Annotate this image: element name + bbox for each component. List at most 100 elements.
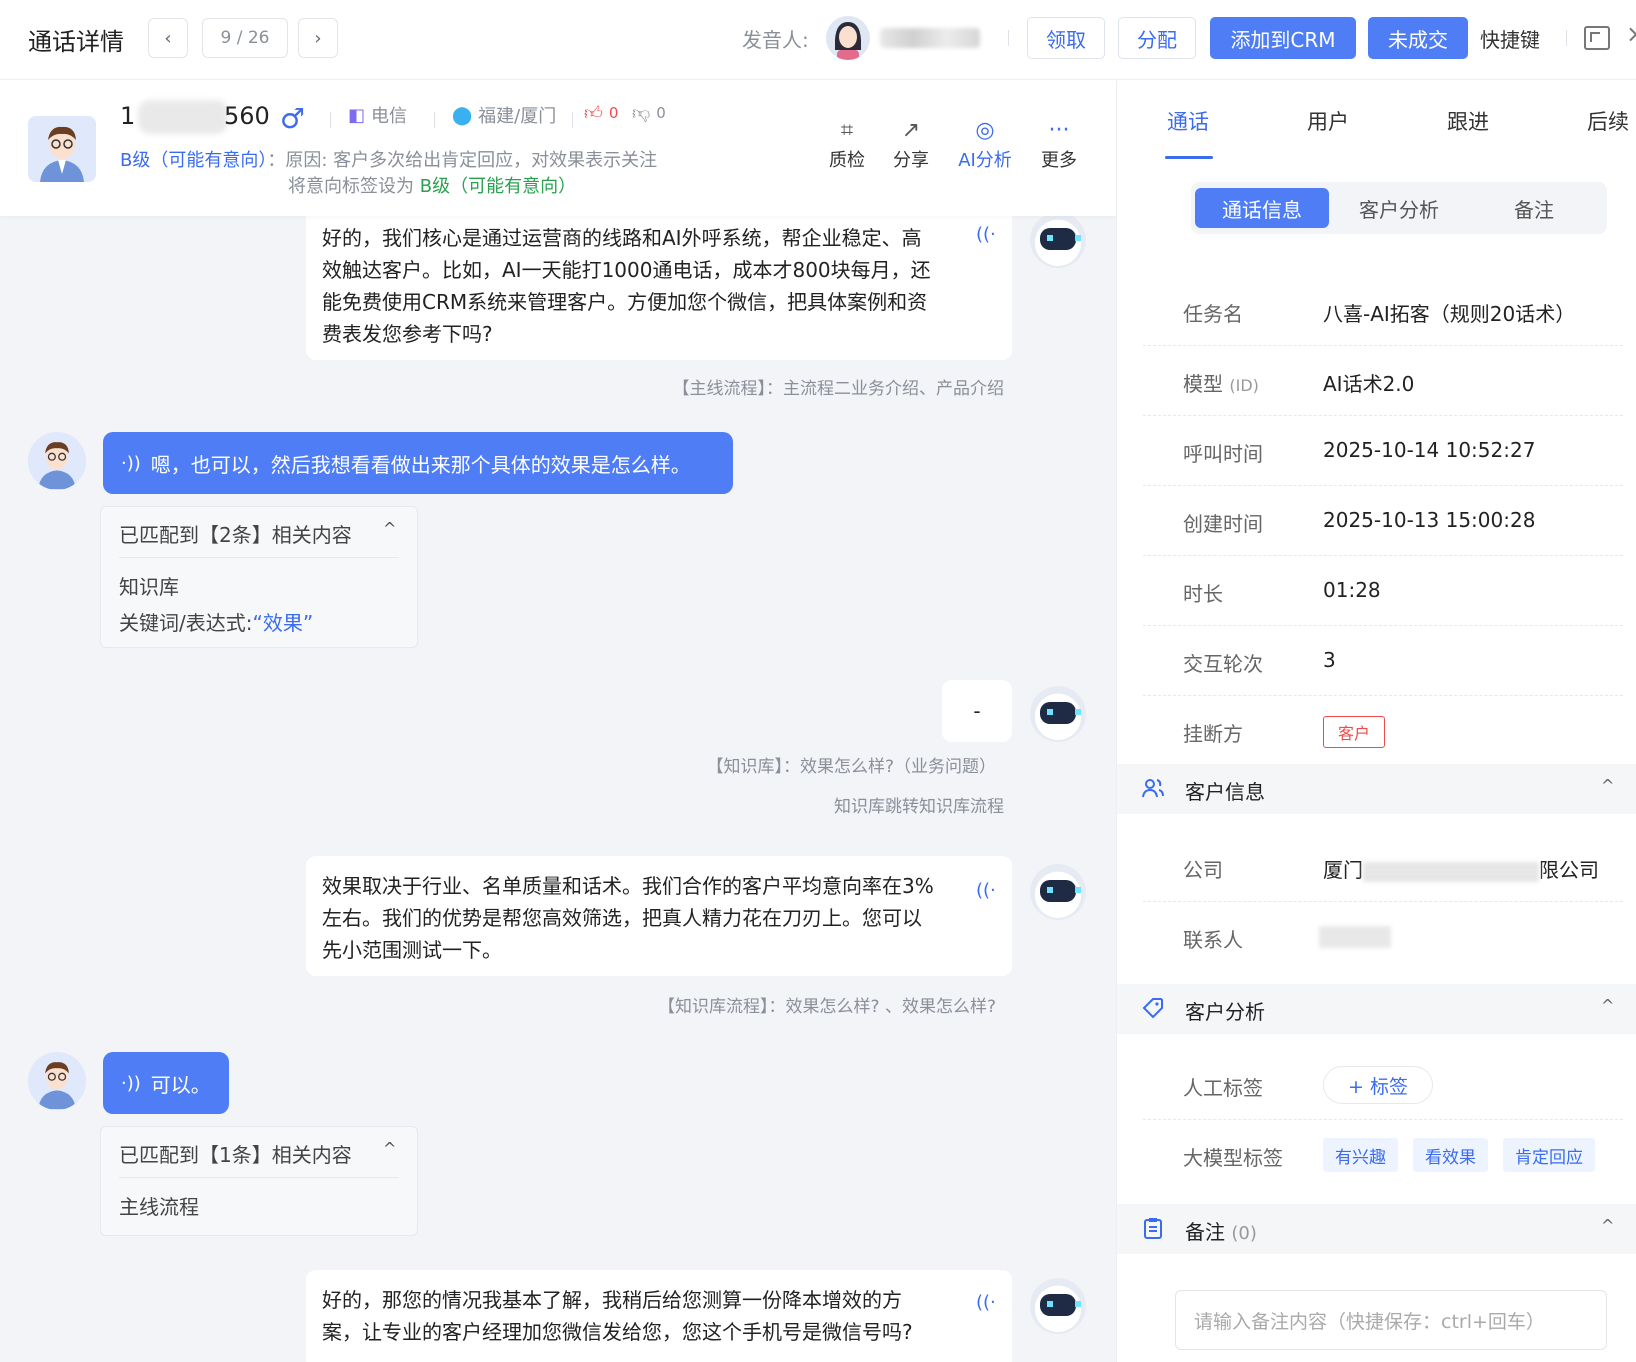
info-row-created: 创建时间 2025-10-13 15:00:28 (1143, 486, 1623, 556)
close-icon[interactable]: × (1626, 20, 1636, 48)
bot-message: 好的，我们核心是通过运营商的线路和AI外呼系统，帮企业稳定、高 效触达客户。比如… (306, 216, 1012, 360)
chevron-right-icon: › (314, 27, 322, 49)
users-icon-svg (1142, 779, 1164, 798)
info-row-rounds: 交互轮次 3 (1143, 626, 1623, 696)
thumbs-up-icon: 👍︎ (584, 103, 603, 124)
divider (119, 557, 399, 558)
info-key: 呼叫时间 (1183, 442, 1263, 466)
share-button[interactable]: ↗ 分享 (876, 116, 946, 172)
clipboard-icon (1141, 1216, 1165, 1246)
tool-label: AI分析 (958, 150, 1012, 171)
llm-tag: 看效果 (1413, 1138, 1488, 1172)
info-key-sub: (ID) (1229, 376, 1259, 395)
segment-call-info[interactable]: 通话信息 (1195, 188, 1329, 228)
assign-button[interactable]: 分配 (1118, 17, 1196, 59)
tag-icon-svg (1142, 998, 1163, 1019)
tab-call[interactable]: 通话 (1167, 106, 1209, 136)
conversation-transcript[interactable]: 好的，我们核心是通过运营商的线路和AI外呼系统，帮企业稳定、高 效触达客户。比如… (0, 216, 1116, 1362)
more-button[interactable]: ··· 更多 (1024, 116, 1094, 172)
match-card: 已匹配到【1条】相关内容 ^ 主线流程 (100, 1126, 418, 1236)
info-key: 大模型标签 (1183, 1146, 1283, 1170)
robot-avatar (1030, 216, 1086, 268)
ai-analysis-button[interactable]: ◎ AI分析 (950, 116, 1020, 172)
location-pin-icon: ⬤ (452, 104, 473, 126)
match-item: 主线流程 (119, 1195, 199, 1219)
chevron-up-icon[interactable]: ^ (1601, 996, 1614, 1015)
thumbs-down-icon: 👎︎ (632, 103, 651, 124)
company-suffix: 限公司 (1539, 858, 1599, 882)
region-label: 福建/厦门 (478, 106, 557, 127)
chevron-left-icon: ‹ (164, 27, 172, 49)
message-line: 先小范围测试一下。 (322, 938, 502, 962)
details-panel: 通话 用户 跟进 后续 通话信息 客户分析 备注 任务名 八喜-AI拓客（规则2… (1116, 80, 1636, 1362)
bot-message: 好的，那您的情况我基本了解，我稍后给您测算一份降本增效的方 案，让专业的客户经理… (306, 1270, 1012, 1362)
phone-redacted (138, 100, 228, 134)
play-audio-icon[interactable]: ((· (976, 1292, 996, 1313)
not-closed-button[interactable]: 未成交 (1368, 17, 1468, 59)
contact-redacted (1319, 926, 1391, 948)
info-row-call-time: 呼叫时间 2025-10-14 10:52:27 (1143, 416, 1623, 486)
phone-prefix: 1 (120, 102, 136, 130)
speaker-avatar[interactable] (826, 16, 870, 60)
tab-followup[interactable]: 跟进 (1447, 106, 1489, 136)
male-gender-icon: ♂ (280, 102, 306, 135)
fullscreen-icon[interactable] (1584, 26, 1610, 50)
divider (434, 112, 435, 128)
match-item: 知识库 (119, 575, 179, 599)
info-key: 人工标签 (1183, 1076, 1263, 1100)
shortcut-button[interactable]: 快捷键 (1480, 24, 1540, 53)
play-audio-icon[interactable]: ((· (976, 880, 996, 901)
intent-level[interactable]: B级（可能有意向） (120, 150, 267, 171)
tool-label: 更多 (1041, 150, 1077, 171)
section-customer-info[interactable]: 客户信息 ^ (1117, 764, 1636, 814)
more-dots-icon: ··· (1048, 118, 1070, 143)
info-key: 创建时间 (1183, 512, 1263, 536)
customer-message[interactable]: ·)) 嗯，也可以，然后我想看看做出来那个具体的效果是怎么样。 (103, 432, 733, 494)
claim-button[interactable]: 领取 (1027, 17, 1105, 59)
llm-tag: 有兴趣 (1323, 1138, 1398, 1172)
region-info: ⬤ 福建/厦门 (452, 102, 556, 128)
chevron-up-icon[interactable]: ^ (1601, 1216, 1614, 1235)
add-to-crm-button[interactable]: 添加到CRM (1210, 17, 1356, 59)
tab-subsequent[interactable]: 后续 (1587, 106, 1629, 136)
message-line: 左右。我们的优势是帮您高效筛选，把真人精力花在刀刃上。您可以 (322, 906, 922, 930)
add-tag-button[interactable]: + 标签 (1323, 1066, 1433, 1104)
info-value: 2025-10-13 15:00:28 (1323, 508, 1536, 532)
like-button[interactable]: 👍︎ 0 (584, 102, 618, 124)
info-row-duration: 时长 01:28 (1143, 556, 1623, 626)
robot-avatar (1030, 864, 1086, 920)
flow-note: 【主线流程】：主流程二业务介绍、产品介绍 (672, 379, 1005, 399)
match-keyword: 关键词/表达式:“效果” (119, 607, 313, 636)
phone-suffix: 560 (224, 102, 270, 130)
next-page-button[interactable]: › (298, 18, 338, 58)
llm-tag: 肯定回应 (1503, 1138, 1595, 1172)
match-card: 已匹配到【2条】相关内容 ^ 知识库 关键词/表达式:“效果” (100, 506, 418, 648)
section-notes[interactable]: 备注 (0) ^ (1117, 1204, 1636, 1254)
section-customer-analysis[interactable]: 客户分析 ^ (1117, 984, 1636, 1034)
tool-label: 分享 (893, 150, 929, 171)
like-count: 0 (608, 104, 619, 122)
segment-notes[interactable]: 备注 (1467, 188, 1601, 228)
notes-title: 备注 (1185, 1220, 1225, 1244)
chevron-up-icon[interactable]: ^ (383, 519, 396, 538)
quality-check-button[interactable]: ⌗ 质检 (812, 116, 882, 172)
customer-message[interactable]: ·)) 可以。 (103, 1052, 229, 1114)
match-title: 已匹配到【1条】相关内容 (119, 1143, 352, 1167)
chevron-up-icon[interactable]: ^ (1601, 776, 1614, 795)
message-text: 可以。 (150, 1072, 211, 1097)
bot-message: - (942, 680, 1012, 742)
dislike-button[interactable]: 👎︎ 0 (632, 102, 666, 124)
info-key: 模型 (ID) (1183, 368, 1259, 397)
prev-page-button[interactable]: ‹ (148, 18, 188, 58)
customer-avatar-small (28, 432, 86, 490)
flow-note: 知识库跳转知识库流程 (834, 797, 1004, 817)
segment-customer-analysis[interactable]: 客户分析 (1332, 188, 1466, 228)
robot-avatar (1030, 686, 1086, 742)
chevron-up-icon[interactable]: ^ (383, 1139, 396, 1158)
tab-user[interactable]: 用户 (1307, 106, 1349, 136)
tool-label: 质检 (829, 150, 865, 171)
tag-icon (1141, 996, 1165, 1026)
play-audio-icon[interactable]: ((· (976, 224, 996, 245)
message-line: 案，让专业的客户经理加您微信发给您，您这个手机号是微信号吗? (322, 1320, 913, 1344)
notes-input[interactable]: 请输入备注内容（快捷保存：ctrl+回车） (1175, 1290, 1607, 1350)
